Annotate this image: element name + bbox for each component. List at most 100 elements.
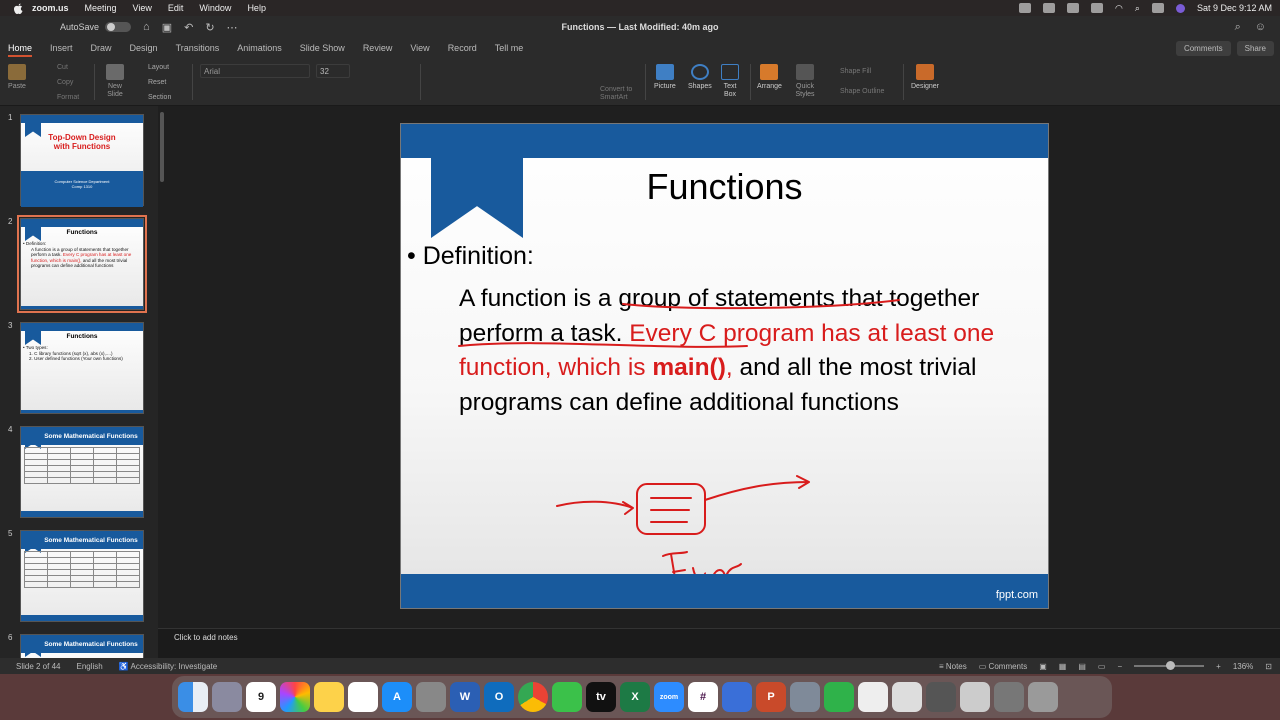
font-size-select[interactable]: 32 bbox=[316, 64, 350, 78]
window-icon[interactable] bbox=[926, 682, 956, 712]
zoom-in-icon[interactable]: + bbox=[1216, 662, 1221, 671]
tab-animations[interactable]: Animations bbox=[237, 38, 282, 58]
outlook-icon[interactable]: O bbox=[484, 682, 514, 712]
slide-sorter-icon[interactable]: ▦ bbox=[1059, 662, 1067, 671]
zoom-icon[interactable]: zoom bbox=[654, 682, 684, 712]
slack-icon[interactable]: # bbox=[688, 682, 718, 712]
tab-slide-show[interactable]: Slide Show bbox=[300, 38, 345, 58]
shape-outline-button[interactable]: Shape Outline bbox=[840, 88, 884, 95]
slide-thumbnail-3[interactable]: 3 Functions • Two types: 1. C library fu… bbox=[8, 321, 144, 414]
notes-toggle[interactable]: ≡ Notes bbox=[939, 662, 967, 671]
menu-meeting[interactable]: Meeting bbox=[85, 3, 117, 13]
document-icon-2[interactable] bbox=[892, 682, 922, 712]
freeform-icon[interactable] bbox=[348, 682, 378, 712]
zoom-out-icon[interactable]: − bbox=[1117, 662, 1122, 671]
tab-tell-me[interactable]: Tell me bbox=[495, 38, 524, 58]
layout-button[interactable]: Layout bbox=[148, 64, 169, 71]
copy-button[interactable]: Copy bbox=[57, 79, 73, 86]
save-icon[interactable]: ▣ bbox=[162, 21, 172, 34]
photos-icon[interactable] bbox=[280, 682, 310, 712]
format-painter-button[interactable]: Format bbox=[57, 94, 79, 101]
siri-icon[interactable] bbox=[1175, 3, 1185, 13]
reading-view-icon[interactable]: ▤ bbox=[1078, 662, 1086, 671]
numbers-icon[interactable] bbox=[824, 682, 854, 712]
undo-icon[interactable]: ↶ bbox=[184, 21, 193, 34]
share-button[interactable]: Share bbox=[1236, 40, 1274, 56]
document-icon[interactable] bbox=[858, 682, 888, 712]
window-icon-2[interactable] bbox=[960, 682, 990, 712]
menu-view[interactable]: View bbox=[133, 3, 152, 13]
tab-draw[interactable]: Draw bbox=[91, 38, 112, 58]
facetime-icon[interactable] bbox=[552, 682, 582, 712]
comments-toggle[interactable]: ▭ Comments bbox=[979, 662, 1027, 671]
menu-window[interactable]: Window bbox=[199, 3, 231, 13]
comments-button[interactable]: Comments bbox=[1175, 40, 1231, 56]
font-family-select[interactable]: Arial bbox=[200, 64, 310, 78]
chrome-icon[interactable] bbox=[518, 682, 548, 712]
excel-icon[interactable]: X bbox=[620, 682, 650, 712]
slide-thumbnail-6[interactable]: 6 Some Mathematical Functions bbox=[8, 633, 144, 658]
screenshot-icon[interactable] bbox=[790, 682, 820, 712]
convert-smartart-button[interactable]: Convert to SmartArt bbox=[600, 86, 640, 102]
window-icon-3[interactable] bbox=[994, 682, 1024, 712]
cut-button[interactable]: Cut bbox=[57, 64, 68, 71]
tab-view[interactable]: View bbox=[410, 38, 429, 58]
zoom-level[interactable]: 136% bbox=[1233, 662, 1253, 671]
status-icon-1[interactable] bbox=[1019, 3, 1032, 13]
slide-thumbnail-2[interactable]: 2 Functions • Definition: A function is … bbox=[8, 215, 147, 313]
apple-tv-icon[interactable]: tv bbox=[586, 682, 616, 712]
picture-button[interactable]: Picture bbox=[654, 64, 676, 90]
launchpad-icon[interactable] bbox=[212, 682, 242, 712]
section-button[interactable]: Section bbox=[148, 94, 171, 101]
designer-button[interactable]: Designer bbox=[911, 64, 939, 90]
apple-icon[interactable] bbox=[12, 2, 24, 14]
finder-icon[interactable] bbox=[178, 682, 208, 712]
menu-app[interactable]: zoom.us bbox=[32, 3, 69, 13]
control-center-icon[interactable] bbox=[1151, 3, 1164, 13]
cloud-icon[interactable] bbox=[1043, 3, 1056, 13]
tab-insert[interactable]: Insert bbox=[50, 38, 73, 58]
thumbnails-scrollbar[interactable] bbox=[160, 112, 164, 182]
language-indicator[interactable]: English bbox=[76, 662, 102, 671]
menu-clock[interactable]: Sat 9 Dec 9:12 AM bbox=[1197, 3, 1272, 13]
system-settings-icon[interactable] bbox=[416, 682, 446, 712]
battery-icon[interactable] bbox=[1091, 3, 1104, 13]
quick-styles-button[interactable]: Quick Styles bbox=[793, 64, 817, 99]
shapes-button[interactable]: Shapes bbox=[688, 64, 712, 90]
slide-thumbnail-5[interactable]: 5 Some Mathematical Functions bbox=[8, 529, 144, 622]
input-source-icon[interactable] bbox=[1067, 3, 1080, 13]
text-box-button[interactable]: Text Box bbox=[720, 64, 740, 99]
wifi-icon[interactable]: ◠ bbox=[1115, 3, 1123, 14]
current-slide[interactable]: Functions • Definition: A function is a … bbox=[400, 123, 1049, 609]
tab-record[interactable]: Record bbox=[448, 38, 477, 58]
notes-pane[interactable]: Click to add notes bbox=[158, 628, 1280, 658]
menu-edit[interactable]: Edit bbox=[168, 3, 184, 13]
account-icon[interactable]: ☺ bbox=[1255, 21, 1266, 34]
tab-design[interactable]: Design bbox=[130, 38, 158, 58]
tab-transitions[interactable]: Transitions bbox=[176, 38, 220, 58]
menu-help[interactable]: Help bbox=[247, 3, 266, 13]
shape-fill-button[interactable]: Shape Fill bbox=[840, 68, 871, 75]
new-slide-button[interactable]: New Slide bbox=[102, 64, 128, 99]
slide-thumbnail-4[interactable]: 4 Some Mathematical Functions bbox=[8, 425, 144, 518]
autosave-toggle[interactable] bbox=[105, 22, 132, 32]
tab-review[interactable]: Review bbox=[363, 38, 393, 58]
notes-placeholder[interactable]: Click to add notes bbox=[174, 633, 238, 642]
arrange-button[interactable]: Arrange bbox=[757, 64, 782, 90]
home-icon[interactable]: ⌂ bbox=[143, 21, 150, 33]
more-icon[interactable]: ⋯ bbox=[227, 21, 238, 34]
paste-button[interactable]: Paste bbox=[8, 64, 26, 90]
normal-view-icon[interactable]: ▣ bbox=[1039, 662, 1047, 671]
accessibility-checker[interactable]: ♿ Accessibility: Investigate bbox=[119, 662, 217, 671]
search-icon[interactable]: ⌕ bbox=[1135, 3, 1140, 14]
slide-thumbnail-1[interactable]: 1 Top-Down Design with Functions Compute… bbox=[8, 113, 144, 207]
powerpoint-icon[interactable]: P bbox=[756, 682, 786, 712]
fit-slide-icon[interactable]: ⊡ bbox=[1265, 662, 1272, 671]
redo-icon[interactable]: ↻ bbox=[205, 21, 214, 34]
notes-app-icon[interactable] bbox=[314, 682, 344, 712]
slideshow-icon[interactable]: ▭ bbox=[1098, 662, 1106, 671]
app-store-icon[interactable]: A bbox=[382, 682, 412, 712]
pen-app-icon[interactable] bbox=[722, 682, 752, 712]
trash-icon[interactable] bbox=[1028, 682, 1058, 712]
tab-home[interactable]: Home bbox=[8, 38, 33, 58]
